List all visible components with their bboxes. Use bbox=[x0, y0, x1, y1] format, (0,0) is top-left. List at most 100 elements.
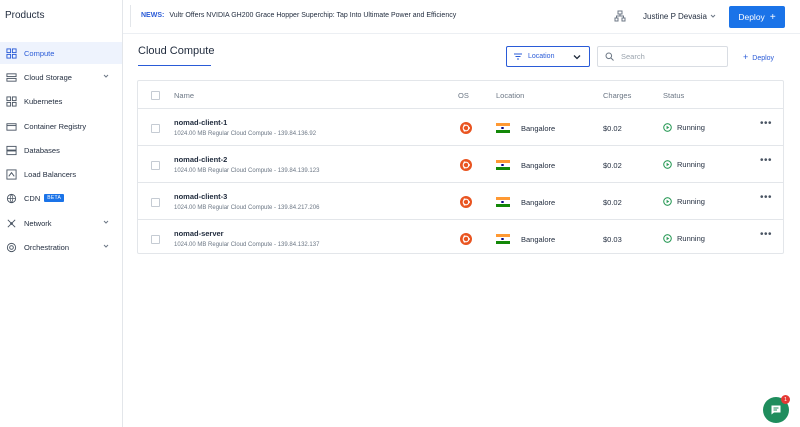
column-header-os: OS bbox=[458, 91, 469, 100]
location-city: Bangalore bbox=[521, 161, 556, 170]
ubuntu-icon bbox=[460, 233, 472, 245]
chevron-down-icon bbox=[103, 74, 109, 78]
select-all-checkbox[interactable] bbox=[151, 91, 160, 100]
instance-name[interactable]: nomad-server bbox=[174, 229, 224, 238]
chevron-down-icon bbox=[103, 244, 109, 248]
status-indicator: Running bbox=[663, 234, 705, 243]
org-icon[interactable] bbox=[614, 10, 626, 22]
location-city: Bangalore bbox=[521, 235, 556, 244]
sidebar-item-cdn[interactable]: CDN BETA bbox=[0, 187, 122, 209]
column-header-charges: Charges bbox=[603, 91, 632, 100]
instance-charges: $0.02 bbox=[603, 161, 622, 170]
status-text: Running bbox=[677, 123, 705, 132]
running-icon bbox=[663, 160, 672, 169]
india-flag-icon bbox=[496, 160, 510, 170]
ubuntu-icon bbox=[460, 159, 472, 171]
row-checkbox[interactable] bbox=[151, 235, 160, 244]
instance-charges: $0.02 bbox=[603, 124, 622, 133]
status-indicator: Running bbox=[663, 197, 705, 206]
running-icon bbox=[663, 123, 672, 132]
chevron-down-icon[interactable] bbox=[710, 13, 716, 19]
sidebar-item-orchestration[interactable]: Orchestration bbox=[0, 236, 122, 258]
more-options-icon[interactable]: ••• bbox=[760, 192, 772, 203]
sidebar-item-compute[interactable]: Compute bbox=[0, 42, 122, 64]
instances-table: Name OS Location Charges Status nomad-cl… bbox=[137, 80, 784, 254]
search-icon bbox=[605, 52, 614, 61]
instance-description: 1024.00 MB Regular Cloud Compute - 139.8… bbox=[174, 242, 320, 248]
sidebar-item-label: CDN bbox=[24, 193, 41, 203]
divider bbox=[130, 5, 131, 27]
more-options-icon[interactable]: ••• bbox=[760, 229, 772, 240]
search-input[interactable] bbox=[621, 52, 721, 61]
cdn-icon bbox=[6, 193, 17, 204]
deploy-button[interactable]: Deploy + bbox=[729, 6, 785, 28]
chat-icon bbox=[771, 405, 781, 415]
sidebar-item-databases[interactable]: Databases bbox=[0, 139, 122, 161]
beta-badge: BETA bbox=[44, 194, 65, 202]
top-bar: NEWS: Vultr Offers NVIDIA GH200 Grace Hop… bbox=[123, 0, 800, 34]
table-row[interactable]: nomad-client-3 1024.00 MB Regular Cloud … bbox=[138, 183, 783, 220]
instance-charges: $0.02 bbox=[603, 198, 622, 207]
instance-description: 1024.00 MB Regular Cloud Compute - 139.8… bbox=[174, 205, 320, 211]
column-header-name[interactable]: Name bbox=[174, 91, 194, 100]
table-row[interactable]: nomad-server 1024.00 MB Regular Cloud Co… bbox=[138, 220, 783, 257]
location-filter-label: Location bbox=[528, 53, 555, 60]
sidebar-item-container-registry[interactable]: Container Registry bbox=[0, 115, 122, 137]
load-balancers-icon bbox=[6, 168, 17, 180]
status-text: Running bbox=[677, 234, 705, 243]
india-flag-icon bbox=[496, 197, 510, 207]
table-row[interactable]: nomad-client-1 1024.00 MB Regular Cloud … bbox=[138, 109, 783, 146]
instance-name[interactable]: nomad-client-3 bbox=[174, 192, 227, 201]
sidebar-item-label: Kubernetes bbox=[24, 96, 63, 106]
plus-icon: + bbox=[743, 52, 749, 62]
news-banner[interactable]: NEWS: Vultr Offers NVIDIA GH200 Grace Hop… bbox=[141, 12, 456, 19]
sidebar: Products Compute Cloud Storage Kubernete… bbox=[0, 0, 123, 427]
compute-icon bbox=[6, 47, 17, 59]
news-text: Vultr Offers NVIDIA GH200 Grace Hopper S… bbox=[169, 12, 457, 19]
instance-description: 1024.00 MB Regular Cloud Compute - 139.8… bbox=[174, 168, 320, 174]
row-checkbox[interactable] bbox=[151, 124, 160, 133]
sidebar-item-label: Container Registry bbox=[24, 121, 87, 131]
status-text: Running bbox=[677, 197, 705, 206]
title-underline bbox=[138, 65, 211, 66]
status-indicator: Running bbox=[663, 123, 705, 132]
running-icon bbox=[663, 197, 672, 206]
table-row[interactable]: nomad-client-2 1024.00 MB Regular Cloud … bbox=[138, 146, 783, 183]
location-filter[interactable]: Location bbox=[506, 46, 590, 67]
table-header: Name OS Location Charges Status bbox=[138, 81, 783, 109]
search-box[interactable] bbox=[597, 46, 728, 67]
user-menu[interactable]: Justine P Devasia bbox=[643, 12, 707, 21]
status-text: Running bbox=[677, 160, 705, 169]
india-flag-icon bbox=[496, 123, 510, 133]
instance-charges: $0.03 bbox=[603, 235, 622, 244]
notification-badge: 1 bbox=[781, 395, 790, 404]
sidebar-item-kubernetes[interactable]: Kubernetes bbox=[0, 90, 122, 112]
filter-icon bbox=[514, 53, 522, 60]
instance-name[interactable]: nomad-client-2 bbox=[174, 155, 227, 164]
row-checkbox[interactable] bbox=[151, 198, 160, 207]
sidebar-item-label: Network bbox=[24, 218, 52, 228]
more-options-icon[interactable]: ••• bbox=[760, 155, 772, 166]
page-title: Cloud Compute bbox=[138, 45, 215, 57]
location-city: Bangalore bbox=[521, 198, 556, 207]
sidebar-item-label: Databases bbox=[24, 145, 60, 155]
deploy-button-label: Deploy bbox=[738, 12, 765, 22]
india-flag-icon bbox=[496, 234, 510, 244]
deploy-link-label: Deploy bbox=[752, 55, 775, 62]
sidebar-item-cloud-storage[interactable]: Cloud Storage bbox=[0, 66, 122, 88]
more-options-icon[interactable]: ••• bbox=[760, 118, 772, 129]
ubuntu-icon bbox=[460, 122, 472, 134]
instance-description: 1024.00 MB Regular Cloud Compute - 139.8… bbox=[174, 131, 317, 137]
orchestration-icon bbox=[6, 242, 17, 253]
row-checkbox[interactable] bbox=[151, 161, 160, 170]
running-icon bbox=[663, 234, 672, 243]
sidebar-item-label: Cloud Storage bbox=[24, 72, 72, 82]
chevron-down-icon bbox=[573, 55, 581, 60]
plus-icon: + bbox=[769, 11, 776, 23]
instance-name[interactable]: nomad-client-1 bbox=[174, 118, 227, 127]
sidebar-item-network[interactable]: Network bbox=[0, 212, 122, 234]
sidebar-item-load-balancers[interactable]: Load Balancers bbox=[0, 163, 122, 185]
column-header-status: Status bbox=[663, 91, 685, 100]
news-label: NEWS: bbox=[141, 12, 165, 19]
deploy-link[interactable]: + Deploy bbox=[743, 52, 774, 62]
